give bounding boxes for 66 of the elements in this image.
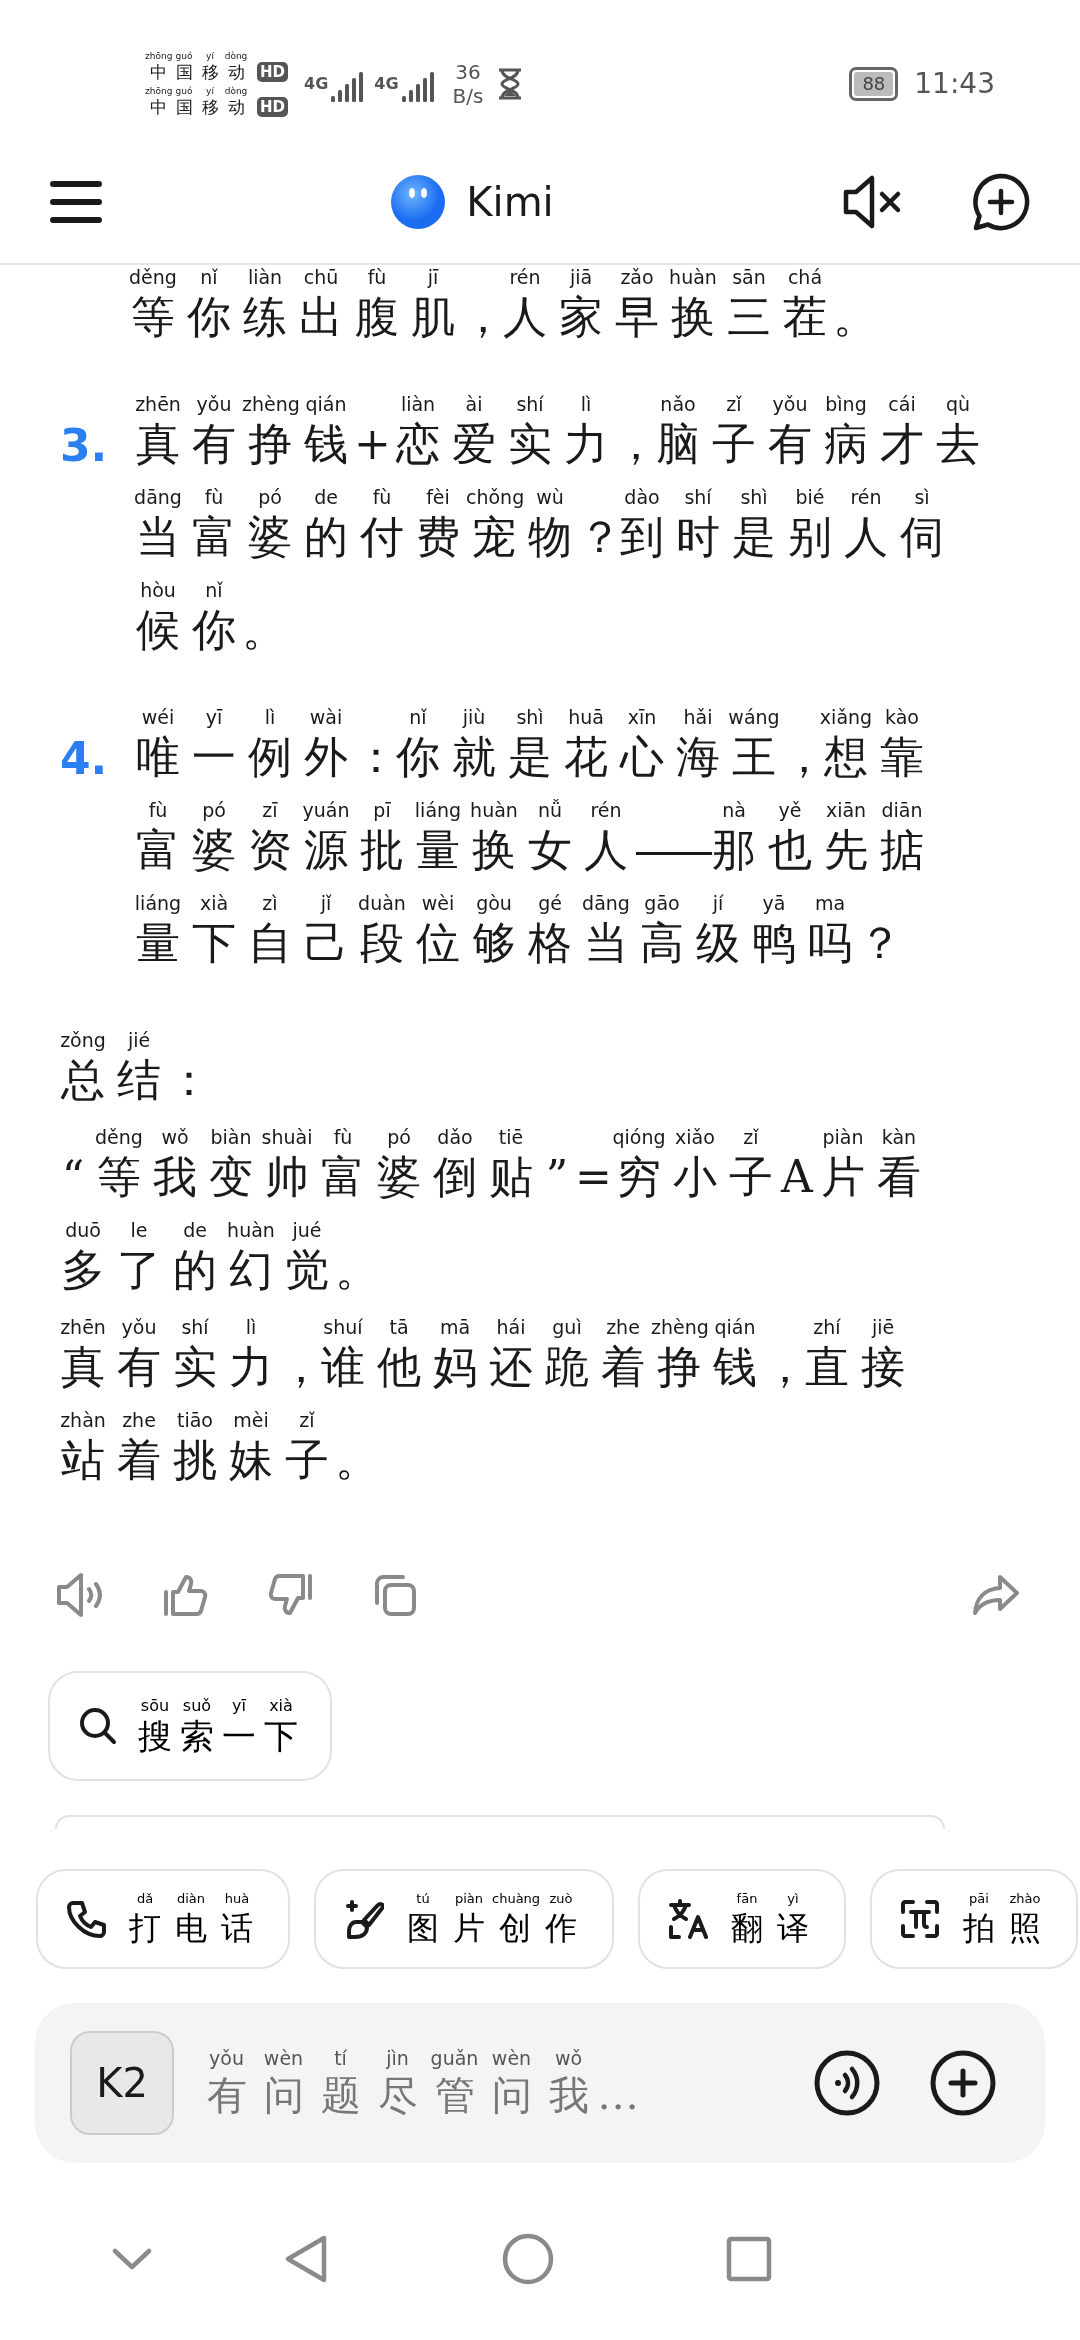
list-number: 3.: [59, 419, 109, 473]
carrier-name: 中国移动: [148, 97, 246, 117]
thumbs-down-icon[interactable]: [267, 1572, 313, 1618]
pinyin-text: wéi yī lì wài nǐ jiù shì huā xīn hǎi wáng xiǎng kào: [140, 705, 920, 729]
pinyin-text: zhēn yǒu zhèng qián liàn ài shí lì nǎo zǐ yǒu bìng cái qù: [134, 392, 972, 416]
speed-value: 36: [454, 60, 482, 84]
plus-icon[interactable]: [930, 2050, 996, 2116]
search-icon: [78, 1706, 118, 1746]
model-button[interactable]: K2: [70, 2031, 174, 2135]
brush-icon: [344, 1899, 384, 1939]
text-line: 唯一例外：你就是花心海王，想靠: [135, 730, 925, 784]
speed-unit: B/s: [452, 84, 484, 108]
pinyin-text: zhàn zhe tiāo mèi zǐ: [59, 1408, 316, 1432]
list-number: 4.: [59, 732, 109, 786]
voice-icon[interactable]: [814, 2050, 880, 2116]
shortcut-chip[interactable]: fān yì 翻译: [638, 1869, 846, 1969]
pinyin-text: zǒng jié: [59, 1028, 152, 1052]
back-icon[interactable]: [284, 2234, 328, 2284]
pinyin-text: děng nǐ liàn chū fù jī rén jiā zǎo huàn sān chá: [128, 265, 824, 289]
time: 11:43: [914, 66, 995, 102]
share-icon[interactable]: [972, 1573, 1020, 1617]
hourglass-icon: [497, 68, 524, 100]
text-line: 等你练出腹肌，人家早换三茬。: [130, 290, 869, 344]
text-line: 真有挣钱+恋爱实力，脑子有病才去: [135, 417, 981, 471]
thumbs-up-icon[interactable]: [163, 1572, 209, 1618]
copy-icon[interactable]: [373, 1573, 417, 1617]
shortcut-chip[interactable]: tú piàn chuàng zuò 图片创作: [314, 1869, 614, 1969]
chevron-down-icon[interactable]: [112, 2247, 152, 2271]
scan-icon: [900, 1899, 940, 1939]
network-badge: HD: [257, 62, 288, 82]
pinyin-text: duō le de huàn jué: [64, 1218, 323, 1242]
battery-icon: 88: [849, 67, 899, 101]
home-icon[interactable]: [502, 2233, 554, 2285]
menu-icon[interactable]: [50, 179, 102, 224]
text-line: 量下自己段位够格当高级鸭吗？: [135, 916, 903, 970]
network-type: 4G: [304, 73, 329, 95]
text-line: “等我变帅富婆倒贴”=穷小子A片看: [60, 1150, 922, 1204]
recents-icon[interactable]: [726, 2236, 772, 2282]
text-line: 真有实力，谁他妈还跪着挣钱，直接: [60, 1340, 906, 1394]
shortcut-chip[interactable]: dǎ diàn huà 打电话: [36, 1869, 290, 1969]
network-badge: HD: [257, 97, 288, 117]
mute-icon[interactable]: [842, 173, 902, 230]
pinyin-text: dāng fù pó de fù fèi chǒng wù dào shí shì bié rén sì: [133, 485, 931, 509]
text-line: 当富婆的付费宠物？到时是别人伺: [135, 510, 945, 564]
new-chat-icon[interactable]: [972, 172, 1030, 231]
search-button[interactable]: sōu suǒ yī xià 搜索一下: [48, 1671, 332, 1781]
phone-icon: [66, 1899, 106, 1939]
app-title: Kimi: [466, 177, 554, 227]
pinyin-text: zhēn yǒu shí lì shuí tā mā hái guì zhe zhèng qián zhí jiē: [59, 1315, 896, 1339]
text-line: 站着挑妹子。: [60, 1433, 380, 1487]
logo-icon: [390, 173, 447, 230]
pinyin-text: hòu nǐ: [139, 578, 224, 602]
pinyin-text: fù pó zī yuán pī liáng huàn nǚ rén nà yě xiān diān: [147, 798, 924, 822]
carrier-pinyin: zhōng guó yí dòng: [145, 86, 249, 97]
network-type: 4G: [374, 73, 399, 95]
text-line: 候你。: [135, 603, 287, 657]
carrier-pinyin: zhōng guó yí dòng: [145, 51, 249, 62]
speaker-icon[interactable]: [55, 1571, 105, 1619]
input-field[interactable]: yǒu wèn tí jìn guǎn wèn wǒ 有问题尽管问我...: [198, 2046, 814, 2120]
heading-text: 总结：: [60, 1053, 203, 1107]
translate-icon: [668, 1899, 708, 1939]
pinyin-text: liáng xià zì jǐ duàn wèi gòu gé dāng gāo jí yā ma: [133, 891, 847, 915]
shortcut-chip[interactable]: pāi zhào 拍照: [870, 1869, 1078, 1969]
text-line: 多了的幻觉。: [60, 1243, 380, 1297]
pinyin-text: děng wǒ biàn shuài fù pó dǎo tiē qióng xiǎo zǐ piàn kàn: [94, 1125, 918, 1149]
carrier-name: 中国移动: [148, 62, 246, 82]
